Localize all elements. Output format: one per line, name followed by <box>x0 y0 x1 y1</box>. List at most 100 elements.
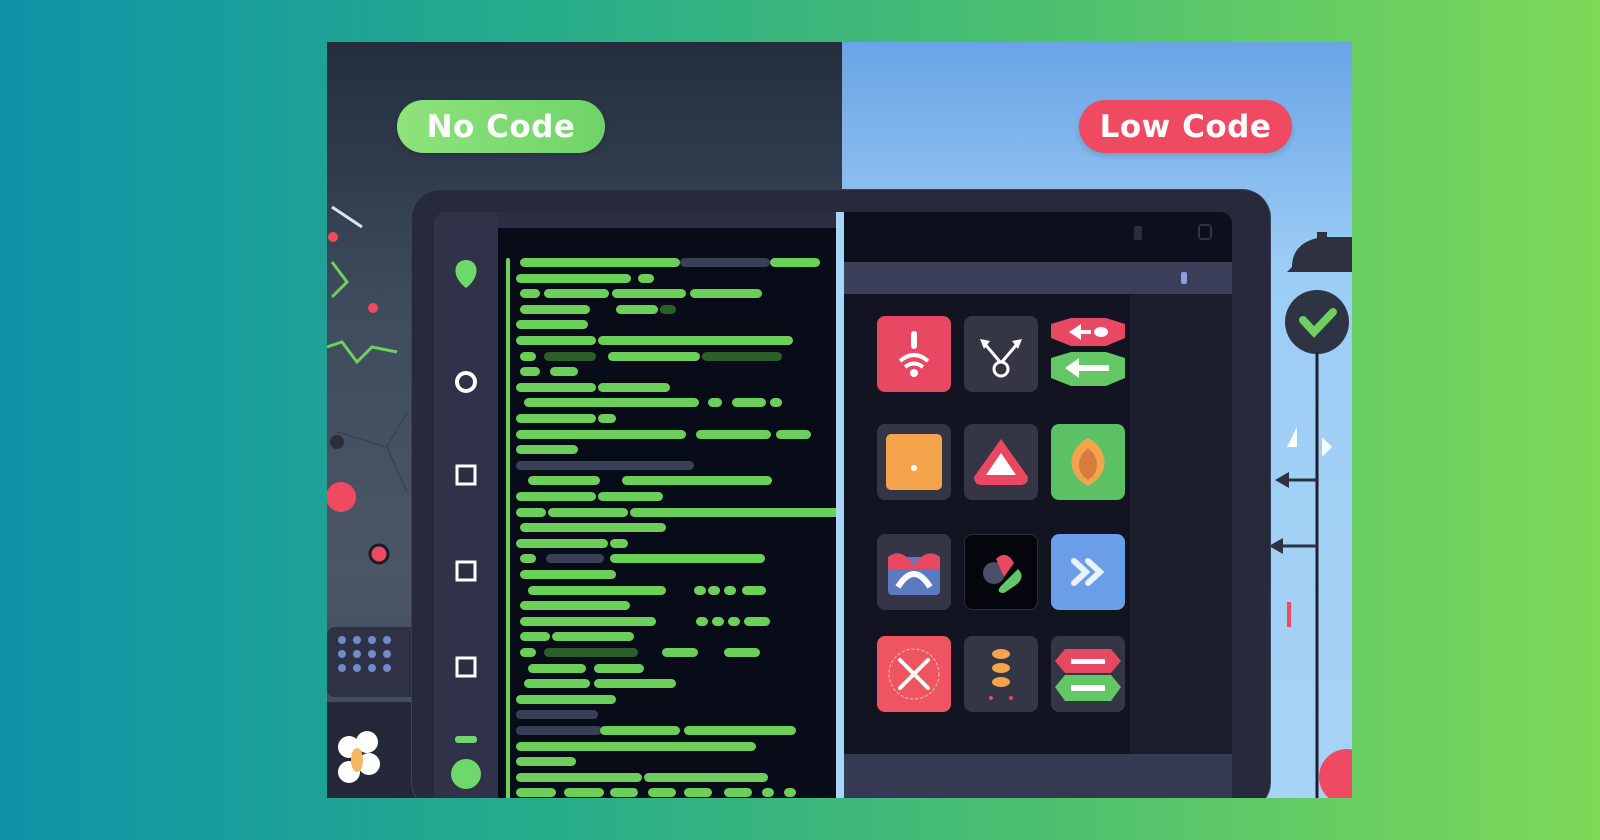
gift-icon <box>888 553 940 595</box>
settings-icon[interactable] <box>1198 224 1212 240</box>
code-line <box>520 570 616 579</box>
code-line <box>516 694 616 704</box>
code-line <box>520 616 656 626</box>
shapes-icon <box>983 554 1022 593</box>
code-line <box>644 772 768 782</box>
close-tile[interactable] <box>877 636 951 712</box>
gift-tile[interactable] <box>877 534 951 610</box>
code-gutter <box>506 258 510 798</box>
code-line <box>544 351 596 361</box>
bookmark-icon[interactable] <box>1181 272 1187 284</box>
code-line <box>520 304 590 314</box>
code-line <box>770 258 820 267</box>
split-divider[interactable] <box>836 212 844 798</box>
square-icon[interactable] <box>455 464 477 486</box>
code-line <box>684 788 712 798</box>
drop-icon <box>1071 438 1105 486</box>
component-grid <box>844 294 1130 754</box>
code-line <box>684 726 796 735</box>
code-line <box>564 788 604 798</box>
triangle-icon <box>974 439 1028 485</box>
code-line <box>732 398 766 408</box>
arrow-blocks-tile[interactable] <box>1051 316 1125 392</box>
code-line <box>516 273 631 283</box>
code-line <box>520 367 540 377</box>
code-line <box>520 258 680 267</box>
code-line <box>598 492 663 501</box>
code-line <box>694 585 706 595</box>
code-line <box>516 710 598 720</box>
hero-illustration: No Code Low Code <box>327 42 1352 798</box>
code-line <box>516 320 588 330</box>
code-line <box>516 445 578 455</box>
warning-tile[interactable] <box>964 424 1038 500</box>
code-line <box>516 772 642 782</box>
code-line <box>516 382 596 392</box>
box-icon <box>886 434 942 490</box>
dot-icon[interactable] <box>450 758 482 790</box>
code-line <box>516 538 608 548</box>
orange-box-tile[interactable] <box>877 424 951 500</box>
code-line <box>520 351 536 361</box>
code-line <box>728 616 740 626</box>
branch-arrows-icon <box>980 339 1022 378</box>
code-line <box>520 289 540 299</box>
alert-wifi-tile[interactable] <box>877 316 951 392</box>
close-icon <box>888 648 940 700</box>
code-line <box>516 726 602 735</box>
code-line <box>520 601 630 611</box>
code-line <box>702 351 782 361</box>
code-line <box>660 304 676 314</box>
builder-toolbar <box>844 212 1232 262</box>
square-icon[interactable] <box>455 560 477 582</box>
builder-footer <box>844 754 1232 798</box>
square-icon[interactable] <box>455 656 477 678</box>
code-line <box>546 554 604 564</box>
forward-tile[interactable] <box>1051 534 1125 610</box>
code-line <box>608 351 700 361</box>
code-line <box>524 679 590 689</box>
branch-tile[interactable] <box>964 316 1038 392</box>
code-line <box>708 398 722 408</box>
code-line <box>544 648 638 657</box>
code-line <box>516 492 596 501</box>
code-line <box>784 788 796 798</box>
code-line <box>598 414 616 423</box>
code-line <box>690 289 762 299</box>
code-line <box>550 367 578 377</box>
leaf-icon[interactable] <box>452 258 480 290</box>
code-line <box>516 507 546 517</box>
network-decoration-icon <box>327 205 408 565</box>
circle-icon[interactable] <box>454 370 478 394</box>
code-line <box>516 336 596 345</box>
toggle-bars-icon <box>1055 649 1121 701</box>
shapes-tile[interactable] <box>964 534 1038 610</box>
code-line <box>548 507 628 517</box>
code-line <box>598 382 670 392</box>
code-line <box>708 585 720 595</box>
code-line <box>552 632 634 642</box>
low-code-badge: Low Code <box>1079 100 1292 153</box>
double-chevron-right-icon <box>1071 558 1105 586</box>
code-line <box>520 523 666 533</box>
arrow-left-icon <box>1051 318 1125 386</box>
toolbar-icon[interactable] <box>1134 226 1142 240</box>
code-line <box>528 663 586 673</box>
code-line <box>516 757 576 767</box>
code-line <box>528 585 666 595</box>
code-line <box>712 616 724 626</box>
toggle-tile[interactable] <box>1051 636 1125 712</box>
seed-tile[interactable] <box>1051 424 1125 500</box>
code-line <box>724 648 760 657</box>
code-line <box>696 429 771 439</box>
code-line <box>594 679 676 689</box>
code-line <box>516 788 556 798</box>
code-line <box>776 429 811 439</box>
code-line <box>610 788 638 798</box>
code-editor[interactable] <box>498 228 880 798</box>
code-line <box>724 788 752 798</box>
device-frame <box>412 190 1270 798</box>
dash-icon[interactable] <box>455 736 477 744</box>
code-line <box>600 726 680 735</box>
stack-tile[interactable] <box>964 636 1038 712</box>
